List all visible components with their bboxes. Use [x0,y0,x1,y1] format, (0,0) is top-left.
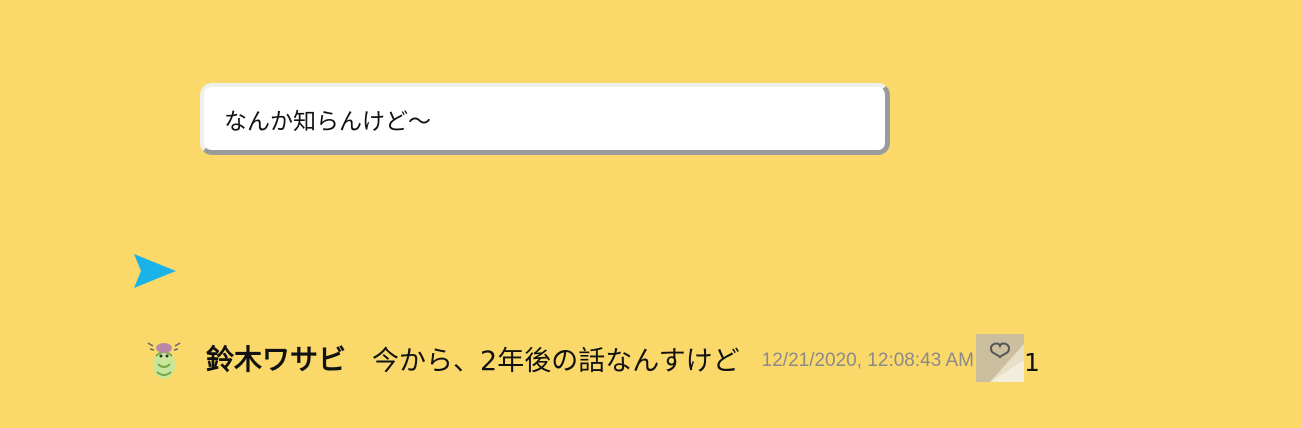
send-arrow-icon [134,254,176,288]
message-timestamp: 12/21/2020, 12:08:43 AM [761,350,974,371]
heart-icon [976,334,1024,382]
like-count: 1 [1024,347,1040,377]
message-input[interactable] [224,87,864,150]
message-item: 鈴木ワサビ 今から、2年後の話なんすけど 12/21/2020, 12:08:4… [140,330,1040,386]
chat-page: 鈴木ワサビ 今から、2年後の話なんすけど 12/21/2020, 12:08:4… [0,0,1302,428]
message-input-box [200,83,890,155]
like-button[interactable] [976,334,1024,382]
message-text: 今から、2年後の話なんすけど [372,345,740,377]
send-button[interactable] [132,251,178,291]
message-username: 鈴木ワサビ [206,343,347,376]
avatar [147,342,181,379]
